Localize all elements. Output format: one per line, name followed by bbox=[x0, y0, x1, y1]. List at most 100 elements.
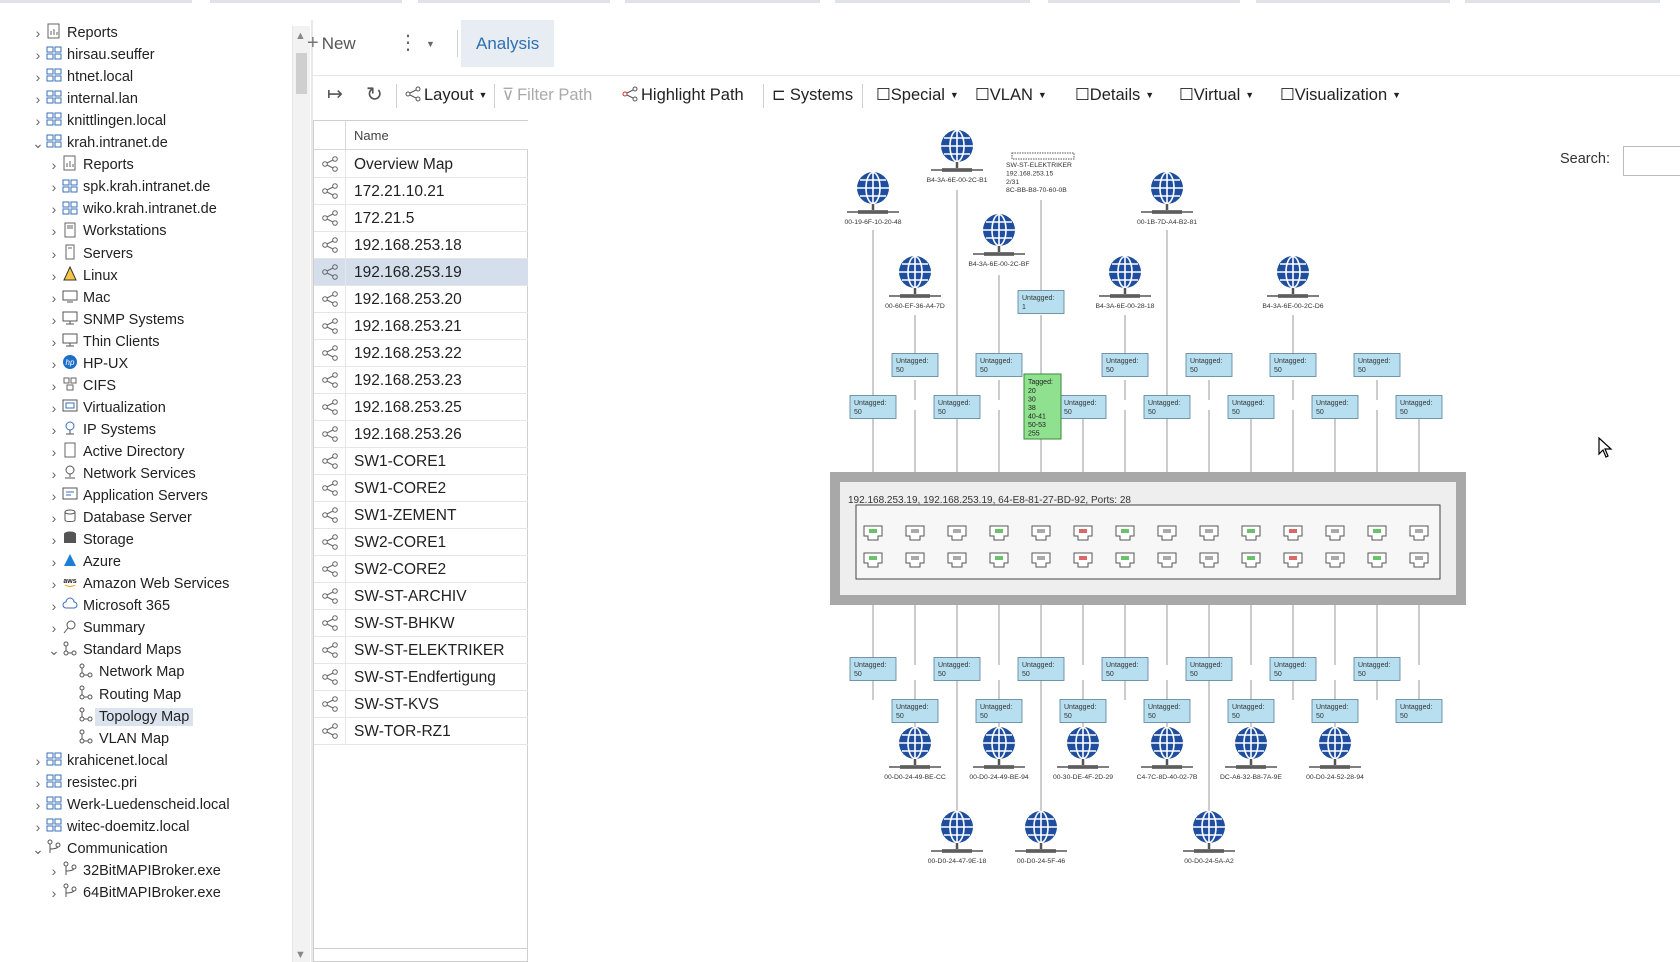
navigation-tree[interactable]: › Reports › hirsau.seuffer › htnet.local › inte… bbox=[0, 20, 292, 962]
list-item[interactable]: 192.168.253.23 bbox=[314, 367, 528, 394]
list-item[interactable]: Overview Map bbox=[314, 151, 528, 178]
vlan-box[interactable]: Untagged: 50 bbox=[1227, 395, 1275, 419]
virtual-dropdown[interactable]: ☐Virtual ▼ bbox=[1179, 76, 1254, 114]
list-header-name[interactable]: Name bbox=[354, 128, 389, 143]
vlan-box[interactable]: Untagged: 50 bbox=[1059, 395, 1107, 419]
tree-item[interactable]: › hirsau.seuffer bbox=[30, 44, 155, 68]
chevron-right-icon[interactable]: › bbox=[46, 220, 62, 244]
vlan-box[interactable]: Untagged: 50 bbox=[1059, 699, 1107, 723]
tree-item[interactable]: › Virtualization bbox=[46, 397, 166, 421]
list-item[interactable]: 172.21.5 bbox=[314, 205, 528, 232]
scroll-down-icon[interactable]: ▼ bbox=[295, 949, 306, 961]
chevron-right-icon[interactable]: › bbox=[46, 154, 62, 178]
vlan-box[interactable]: Untagged: 50 bbox=[1353, 657, 1401, 681]
chevron-right-icon[interactable]: › bbox=[46, 287, 62, 311]
chevron-right-icon[interactable]: › bbox=[46, 573, 62, 597]
tree-item[interactable]: ⌄ krah.intranet.de bbox=[30, 132, 168, 156]
tree-item[interactable]: Topology Map bbox=[62, 706, 194, 730]
list-item[interactable]: SW1-CORE1 bbox=[314, 448, 528, 475]
tree-item[interactable]: › hp HP-UX bbox=[46, 353, 128, 377]
switch-body[interactable] bbox=[855, 504, 1441, 580]
tree-item[interactable]: ⌄ Standard Maps bbox=[46, 639, 181, 663]
network-host[interactable]: DC-A6-32-B8-7A-9E bbox=[1220, 726, 1282, 781]
vlan-box[interactable]: Untagged: 50 bbox=[1143, 699, 1191, 723]
tree-item[interactable]: › Mac bbox=[46, 287, 111, 311]
chevron-right-icon[interactable]: › bbox=[46, 265, 62, 289]
list-item[interactable]: SW1-CORE2 bbox=[314, 475, 528, 502]
systems-button[interactable]: ⊏ Systems bbox=[772, 76, 853, 114]
tree-item[interactable]: › Reports bbox=[46, 154, 134, 178]
chevron-right-icon[interactable]: › bbox=[46, 441, 62, 465]
tree-item[interactable]: › spk.krah.intranet.de bbox=[46, 176, 210, 200]
tree-item[interactable]: › CIFS bbox=[46, 375, 116, 399]
chevron-right-icon[interactable]: › bbox=[46, 595, 62, 619]
chevron-right-icon[interactable]: › bbox=[46, 309, 62, 333]
chevron-right-icon[interactable]: › bbox=[30, 816, 46, 840]
chevron-right-icon[interactable]: › bbox=[30, 44, 46, 68]
vlan-box[interactable]: Untagged: 50 bbox=[1101, 657, 1149, 681]
list-item[interactable]: SW-ST-ARCHIV bbox=[314, 583, 528, 610]
list-item[interactable]: SW2-CORE1 bbox=[314, 529, 528, 556]
tree-item[interactable]: › Network Services bbox=[46, 463, 196, 487]
new-button[interactable]: + New bbox=[307, 20, 356, 67]
tree-item[interactable]: Network Map bbox=[62, 661, 184, 685]
chevron-right-icon[interactable]: › bbox=[46, 485, 62, 509]
tree-item[interactable]: › resistec.pri bbox=[30, 772, 137, 796]
tree-item[interactable]: › Active Directory bbox=[46, 441, 185, 465]
vlan-box[interactable]: Untagged: 50 bbox=[975, 699, 1023, 723]
tree-item[interactable]: › Linux bbox=[46, 265, 118, 289]
vlan-box[interactable]: Untagged: 50 bbox=[1185, 353, 1233, 377]
scroll-thumb[interactable] bbox=[296, 53, 307, 94]
chevron-right-icon[interactable]: › bbox=[46, 419, 62, 443]
tree-item[interactable]: › Reports bbox=[30, 22, 118, 46]
tree-item[interactable]: › Database Server bbox=[46, 507, 192, 531]
network-host[interactable]: B4-3A-6E-00-28-18 bbox=[1096, 255, 1155, 310]
vlan-box[interactable]: Untagged: 50 bbox=[849, 657, 897, 681]
vlan-box[interactable]: Untagged: 1 bbox=[1017, 290, 1065, 314]
chevron-right-icon[interactable]: › bbox=[30, 88, 46, 112]
vlan-box[interactable]: Untagged: 50 bbox=[1269, 353, 1317, 377]
chevron-right-icon[interactable]: › bbox=[30, 66, 46, 90]
tree-item[interactable]: › Storage bbox=[46, 529, 134, 553]
tree-item[interactable]: › internal.lan bbox=[30, 88, 138, 112]
network-host[interactable]: B4-3A-6E-00-2C-BF bbox=[968, 213, 1030, 268]
network-host[interactable]: 00-D0-24-49-BE-CC bbox=[884, 726, 946, 781]
vlan-box[interactable]: Untagged: 50 bbox=[891, 699, 939, 723]
list-item[interactable]: SW-TOR-RZ1 bbox=[314, 718, 528, 745]
list-item[interactable]: SW-ST-BHKW bbox=[314, 610, 528, 637]
tree-item[interactable]: › knittlingen.local bbox=[30, 110, 166, 134]
chevron-right-icon[interactable]: › bbox=[46, 198, 62, 222]
tree-item[interactable]: Routing Map bbox=[62, 684, 181, 708]
list-item[interactable]: 192.168.253.22 bbox=[314, 340, 528, 367]
chevron-down-icon[interactable]: ⌄ bbox=[46, 639, 62, 663]
list-item[interactable]: SW-ST-KVS bbox=[314, 691, 528, 718]
chevron-down-icon[interactable]: ⌄ bbox=[30, 838, 46, 862]
vlan-box[interactable]: Untagged: 50 bbox=[1101, 353, 1149, 377]
tree-item[interactable]: VLAN Map bbox=[62, 728, 169, 752]
layout-dropdown[interactable]: Layout ▼ bbox=[405, 76, 487, 114]
tree-item[interactable]: ⌄ Communication bbox=[30, 838, 168, 862]
chevron-right-icon[interactable]: › bbox=[46, 882, 62, 906]
tree-item[interactable]: › Servers bbox=[46, 243, 133, 267]
tree-item[interactable]: › Workstations bbox=[46, 220, 167, 244]
network-host[interactable]: 00-1B-7D-A4-B2-81 bbox=[1137, 171, 1197, 226]
network-host[interactable]: B4-3A-6E-00-2C-B1 bbox=[927, 129, 988, 184]
chevron-right-icon[interactable]: › bbox=[46, 617, 62, 641]
vlan-box[interactable]: Untagged: 50 bbox=[1395, 699, 1443, 723]
vlan-box[interactable]: Untagged: 50 bbox=[1311, 699, 1359, 723]
chevron-right-icon[interactable]: › bbox=[46, 375, 62, 399]
tree-item[interactable]: › witec-doemitz.local bbox=[30, 816, 190, 840]
tree-item[interactable]: › Azure bbox=[46, 551, 121, 575]
vlan-box[interactable]: Untagged: 50 bbox=[1395, 395, 1443, 419]
vlan-box[interactable]: Untagged: 50 bbox=[1311, 395, 1359, 419]
more-menu-button[interactable]: ⋮ ▼ bbox=[398, 20, 435, 67]
chevron-right-icon[interactable]: › bbox=[46, 860, 62, 884]
tab-analysis[interactable]: Analysis bbox=[461, 20, 555, 67]
network-host[interactable]: B4-3A-6E-00-2C-D6 bbox=[1262, 255, 1324, 310]
tree-item[interactable]: › 32BitMAPIBroker.exe bbox=[46, 860, 221, 884]
chevron-right-icon[interactable]: › bbox=[46, 353, 62, 377]
chevron-right-icon[interactable]: › bbox=[46, 331, 62, 355]
list-item[interactable]: SW1-ZEMENT bbox=[314, 502, 528, 529]
tree-item[interactable]: › Summary bbox=[46, 617, 145, 641]
refresh-button[interactable]: ↻ bbox=[366, 76, 383, 114]
